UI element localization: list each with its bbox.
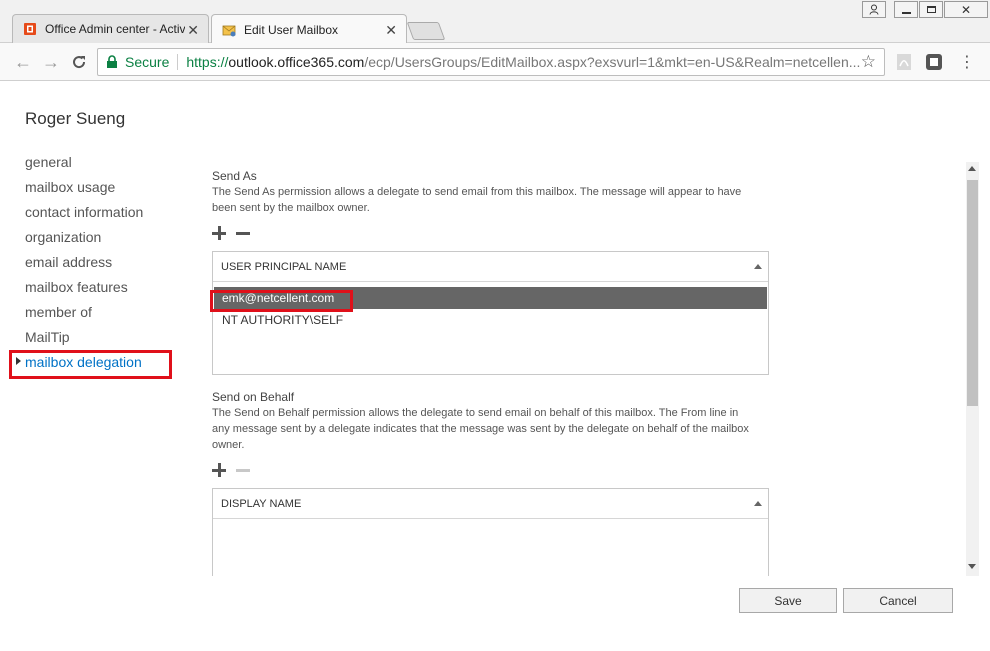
nav-item-contact-information[interactable]: contact information	[25, 202, 143, 227]
send-as-toolbar	[212, 222, 968, 244]
nav-item-mailbox-features[interactable]: mailbox features	[25, 277, 143, 302]
url-host: outlook.office365.com	[228, 54, 365, 70]
back-icon[interactable]: ←	[12, 51, 34, 73]
new-tab-button[interactable]	[406, 22, 446, 40]
secure-label: Secure	[125, 54, 170, 70]
save-button[interactable]: Save	[739, 588, 837, 613]
office-icon	[24, 23, 36, 35]
extension-icon[interactable]	[925, 53, 943, 71]
remove-send-as-minus-icon[interactable]	[236, 226, 250, 240]
menu-icon[interactable]: ⋮	[956, 51, 978, 73]
nav-item-mailbox-usage[interactable]: mailbox usage	[25, 177, 143, 202]
page-title: Roger Sueng	[25, 109, 126, 128]
close-tab-icon[interactable]: ✕	[187, 22, 199, 39]
scroll-up-icon[interactable]	[968, 166, 976, 171]
pdf-icon[interactable]	[895, 53, 913, 71]
reload-icon[interactable]	[68, 51, 90, 73]
tab-office-admin[interactable]: Office Admin center - Active ✕	[12, 14, 209, 43]
tab-label: Edit User Mailbox	[244, 22, 339, 37]
add-send-on-behalf-plus-icon[interactable]	[212, 463, 226, 477]
remove-send-on-behalf-minus-icon	[236, 463, 250, 477]
user-icon[interactable]	[862, 1, 886, 18]
url-path: /ecp/UsersGroups/EditMailbox.aspx?exsvur…	[364, 54, 861, 70]
nav-item-general[interactable]: general	[25, 152, 143, 177]
browser-toolbar: ← → Secure https:// outlook.office365.co…	[0, 43, 990, 81]
tab-edit-user-mailbox[interactable]: Edit User Mailbox ✕	[211, 14, 407, 44]
send-as-title: Send As	[212, 169, 257, 183]
column-label: USER PRINCIPAL NAME	[221, 260, 347, 273]
url-protocol: https://	[186, 54, 229, 70]
nav-item-member-of[interactable]: member of	[25, 302, 143, 327]
send-as-column-header[interactable]: USER PRINCIPAL NAME	[213, 252, 768, 282]
mailbox-icon	[222, 25, 236, 36]
settings-nav: general mailbox usage contact informatio…	[25, 152, 143, 377]
close-tab-icon[interactable]: ✕	[385, 22, 397, 39]
browser-tab-strip: Office Admin center - Active ✕ Edit User…	[0, 0, 990, 44]
forward-icon[interactable]: →	[40, 51, 62, 73]
delegation-panel: Send As The Send As permission allows a …	[212, 162, 968, 576]
send-on-behalf-title: Send on Behalf	[212, 390, 295, 404]
nav-item-mailtip[interactable]: MailTip	[25, 327, 143, 352]
send-as-grid: USER PRINCIPAL NAME emk@netcellent.com N…	[212, 251, 769, 375]
scroll-down-icon[interactable]	[968, 564, 976, 569]
sort-ascending-icon	[754, 501, 762, 506]
send-as-description: The Send As permission allows a delegate…	[212, 186, 742, 214]
send-on-behalf-column-header[interactable]: DISPLAY NAME	[213, 489, 768, 519]
close-icon[interactable]: ✕	[944, 1, 988, 18]
table-row[interactable]: NT AUTHORITY\SELF	[214, 309, 767, 331]
nav-highlight-annotation	[9, 350, 172, 379]
minimize-icon[interactable]	[894, 1, 918, 18]
tab-label: Office Admin center - Active	[45, 22, 185, 36]
sort-ascending-icon	[754, 264, 762, 269]
send-on-behalf-toolbar	[212, 459, 968, 481]
lock-icon	[107, 55, 117, 68]
nav-item-email-address[interactable]: email address	[25, 252, 143, 277]
send-on-behalf-grid: DISPLAY NAME	[212, 488, 769, 576]
divider	[177, 54, 179, 70]
address-bar[interactable]: Secure https:// outlook.office365.com /e…	[97, 48, 885, 76]
send-on-behalf-description: The Send on Behalf permission allows the…	[212, 407, 749, 451]
cancel-button[interactable]: Cancel	[843, 588, 953, 613]
row-highlight-annotation	[210, 290, 353, 312]
column-label: DISPLAY NAME	[221, 497, 302, 510]
nav-item-organization[interactable]: organization	[25, 227, 143, 252]
restore-icon[interactable]	[919, 1, 943, 18]
panel-scrollbar[interactable]	[966, 162, 979, 576]
scrollbar-thumb[interactable]	[967, 180, 978, 406]
star-icon[interactable]: ☆	[861, 52, 876, 72]
add-send-as-plus-icon[interactable]	[212, 226, 226, 240]
